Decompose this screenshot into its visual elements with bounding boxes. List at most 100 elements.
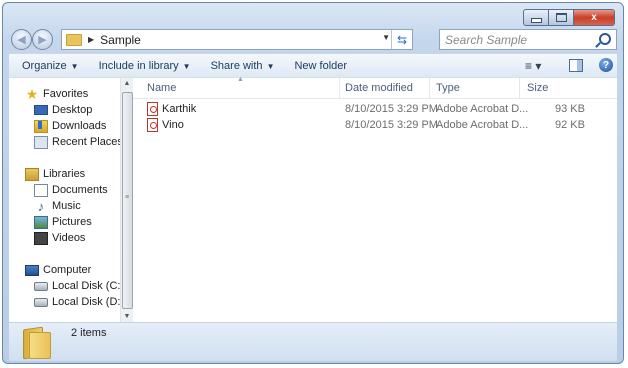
sidebar-group-label: Libraries [43,168,86,180]
sidebar-item-label: Downloads [52,120,107,132]
file-type: Adobe Acrobat D... [436,103,529,115]
navigation-pane: ★ Favorites Desktop Downloads Recent Pla… [9,78,124,323]
computer-icon [25,264,39,276]
recent-places-icon [34,135,48,149]
sidebar-item-label: Local Disk (C:) [52,280,125,292]
address-dropdown-icon[interactable]: ▼ [382,33,390,42]
documents-icon [34,183,48,197]
sidebar-item-music[interactable]: ♪ Music [34,198,81,214]
sidebar-group-label: Computer [43,264,92,276]
column-header-type[interactable]: Type [436,82,460,94]
chevron-down-icon: ▼ [182,62,191,71]
file-type: Adobe Acrobat D... [436,119,529,131]
minimize-button[interactable] [523,9,548,26]
column-header-date-modified[interactable]: Date modified [345,82,413,94]
scroll-up-icon[interactable]: ▲ [121,78,133,90]
sidebar-item-local-disk-d[interactable]: Local Disk (D:) [34,294,124,310]
nav-buttons: ◀ ▶ [11,29,57,51]
sidebar-item-label: Local Disk (D:) [52,296,125,308]
grip-icon: ≡ [125,194,130,201]
chevron-down-icon: ▼ [266,62,275,71]
breadcrumb-separator-icon[interactable]: ▶ [88,35,94,44]
refresh-icon[interactable]: ⇆ [391,30,412,49]
breadcrumb-sample[interactable]: Sample [100,33,141,47]
organize-button[interactable]: Organize ▼ [19,60,82,72]
disk-icon [34,297,48,307]
preview-pane-icon[interactable] [569,59,583,72]
videos-icon [34,231,48,245]
column-divider[interactable] [429,78,430,98]
sidebar-item-desktop[interactable]: Desktop [34,102,92,118]
sidebar-scrollbar[interactable]: ▲ ≡ ▼ [120,78,133,323]
folder-icon [66,33,82,46]
navigation-row: ◀ ▶ ▶ Sample ▼ ⇆ [9,28,617,54]
new-folder-button[interactable]: New folder [291,60,350,72]
change-view-icon[interactable]: ≡ ▾ [525,59,541,73]
folder-front-shape [29,332,51,359]
pdf-file-icon [147,102,158,116]
file-size: 93 KB [555,103,585,115]
sidebar-item-videos[interactable]: Videos [34,230,85,246]
column-header-row: ▲ Name Date modified Type Size [133,76,617,99]
pdf-file-icon [147,118,158,132]
column-header-name[interactable]: Name [147,82,176,94]
back-arrow-icon: ◀ [17,34,26,46]
pictures-icon [34,215,48,229]
sidebar-item-recent-places[interactable]: Recent Places [34,134,123,150]
libraries-icon [25,167,39,181]
search-icon[interactable] [599,33,611,45]
desktop-icon [34,105,48,115]
command-bar: Organize ▼ Include in library ▼ Share with… [9,53,617,79]
back-button[interactable]: ◀ [11,29,32,50]
sort-indicator-icon: ▲ [237,76,244,83]
minimize-icon [530,18,542,23]
file-name: Karthik [162,103,197,115]
help-icon[interactable]: ? [599,58,613,72]
file-list: ▲ Name Date modified Type Size Karthik 8… [133,76,617,323]
maximize-button[interactable] [548,9,573,26]
sidebar-item-label: Documents [52,184,108,196]
sidebar-item-documents[interactable]: Documents [34,182,108,198]
sidebar-group-label: Favorites [43,88,89,100]
music-icon: ♪ [37,198,45,214]
file-row[interactable]: Karthik 8/10/2015 3:29 PM Adobe Acrobat … [133,102,617,118]
downloads-icon [34,119,48,133]
favorites-star-icon: ★ [25,85,39,102]
sidebar-item-label: Music [52,200,81,212]
forward-arrow-icon: ▶ [38,34,47,46]
search-box[interactable] [439,29,617,50]
file-name: Vino [162,119,184,131]
sidebar-item-label: Videos [52,232,86,244]
column-divider[interactable] [339,78,340,98]
close-icon: x [591,12,597,23]
share-with-button[interactable]: Share with ▼ [208,60,278,72]
sidebar-item-label: Pictures [52,216,92,228]
organize-label: Organize [22,60,67,72]
sidebar-item-label: Recent Places [52,136,123,148]
forward-button[interactable]: ▶ [32,29,53,50]
scrollbar-thumb[interactable]: ≡ [122,92,133,309]
sidebar-item-downloads[interactable]: Downloads [34,118,106,134]
sidebar-group-computer[interactable]: Computer [25,262,91,278]
file-size: 92 KB [555,119,585,131]
window-controls: x [523,9,615,26]
disk-icon [34,281,48,291]
sidebar-item-pictures[interactable]: Pictures [34,214,92,230]
sidebar-group-favorites[interactable]: ★ Favorites [25,85,89,102]
sidebar-item-label: Desktop [52,104,93,116]
sidebar-item-local-disk-c[interactable]: Local Disk (C:) [34,278,124,294]
chevron-down-icon: ▼ [70,62,79,71]
search-input[interactable] [440,30,600,50]
file-row[interactable]: Vino 8/10/2015 3:29 PM Adobe Acrobat D..… [133,118,617,134]
address-bar[interactable]: ▶ Sample ▼ ⇆ [61,29,413,50]
sidebar-group-libraries[interactable]: Libraries [25,166,85,182]
include-in-library-button[interactable]: Include in library ▼ [96,60,194,72]
file-date-modified: 8/10/2015 3:29 PM [345,119,438,131]
column-divider[interactable] [519,78,520,98]
close-button[interactable]: x [573,9,615,26]
column-header-size[interactable]: Size [527,82,548,94]
include-in-library-label: Include in library [98,60,179,72]
content-area: ★ Favorites Desktop Downloads Recent Pla… [9,76,617,323]
maximize-icon [555,13,567,22]
item-count: 2 items [71,327,107,339]
